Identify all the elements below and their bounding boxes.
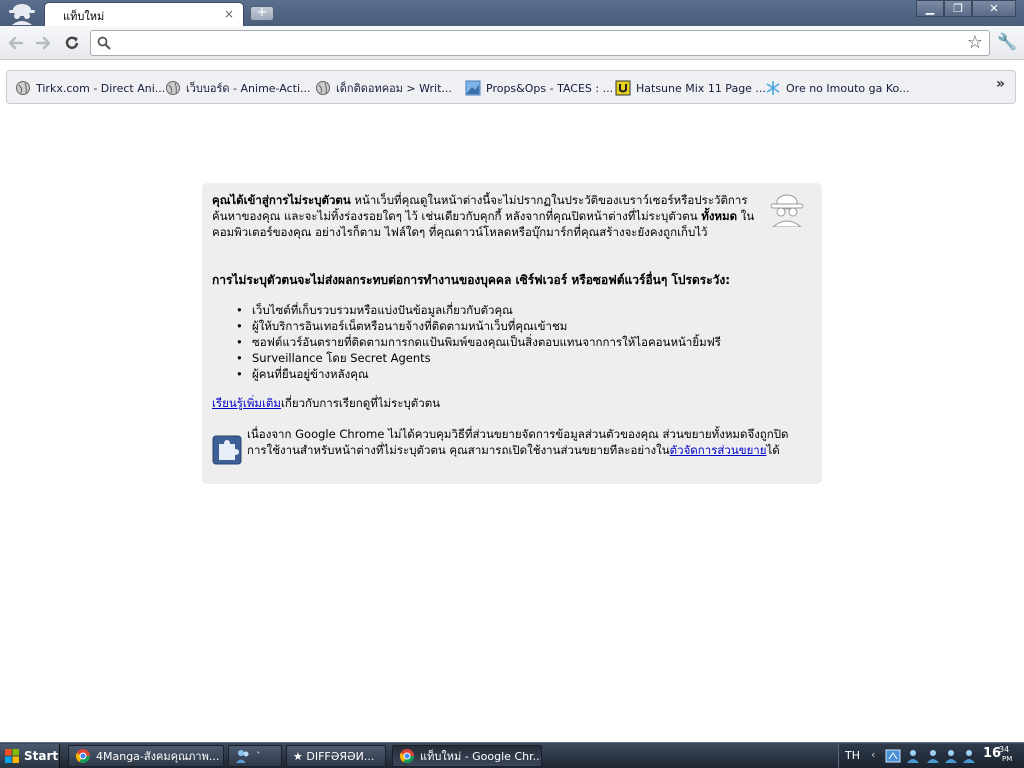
- snowflake-icon: [766, 81, 780, 95]
- new-tab-button[interactable]: +: [250, 6, 274, 21]
- clock-ampm: PM: [1002, 755, 1013, 763]
- taskbar-item[interactable]: ★ DIFFƏЯƏИ...: [286, 745, 386, 767]
- taskbar-item-label: 4Manga-สังคมคุณภาพ...: [96, 750, 220, 763]
- people-icon: [236, 750, 249, 763]
- bookmark-item[interactable]: เด็กติดอทคอม > Writ...: [315, 80, 452, 96]
- bookmark-item[interactable]: Ore no Imouto ga Ko...: [765, 80, 910, 96]
- maximize-button[interactable]: ❐: [944, 0, 972, 17]
- bookmarks-bar: Tirkx.com - Direct Ani... เว็บบอร์ด - An…: [6, 70, 1016, 104]
- taskbar-item-label: `: [256, 749, 262, 763]
- globe-icon: [316, 81, 330, 95]
- incognito-logo-icon: [9, 4, 35, 25]
- extensions-text-end: ได้: [766, 443, 780, 457]
- taskbar-item[interactable]: 4Manga-สังคมคุณภาพ...: [68, 745, 224, 767]
- incognito-bold-all: ทั้งหมด: [701, 209, 738, 223]
- bookmark-item[interactable]: Hatsune Mix 11 Page ...: [615, 80, 766, 96]
- globe-icon: [166, 81, 180, 95]
- taskbar: Start 4Manga-สังคมคุณภาพ... ` ★ DIFFƏЯƏИ…: [0, 742, 1024, 768]
- bookmark-star-icon[interactable]: ☆: [967, 33, 983, 53]
- bookmark-item[interactable]: เว็บบอร์ด - Anime-Acti...: [165, 80, 311, 96]
- tab-new-tab[interactable]: แท็บใหม่ ×: [44, 2, 244, 26]
- taskbar-item-label: แท็บใหม่ - Google Chr...: [420, 750, 542, 763]
- bookmark-label: เว็บบอร์ด - Anime-Acti...: [186, 82, 311, 95]
- incognito-heading: คุณได้เข้าสู่การไม่ระบุตัวตน: [212, 193, 351, 207]
- chrome-icon: [399, 749, 414, 763]
- back-arrow-icon[interactable]: [7, 34, 25, 52]
- learn-more-link[interactable]: เรียนรู้เพิ่มเติม: [212, 396, 281, 410]
- language-indicator[interactable]: TH: [845, 749, 860, 762]
- system-tray: TH ‹ 16 34 PM: [838, 744, 1024, 768]
- incognito-info-panel: คุณได้เข้าสู่การไม่ระบุตัวตน หน้าเว็บที่…: [202, 183, 822, 484]
- extension-manager-link[interactable]: ตัวจัดการส่วนขยาย: [670, 443, 767, 457]
- bookmark-item[interactable]: Tirkx.com - Direct Ani...: [15, 80, 165, 96]
- incognito-intro-text: คุณได้เข้าสู่การไม่ระบุตัวตน หน้าเว็บที่…: [212, 192, 762, 240]
- tray-people-icon[interactable]: [905, 748, 921, 764]
- minimize-button[interactable]: ▁: [916, 0, 944, 17]
- taskbar-item-label: ★ DIFFƏЯƏИ...: [293, 749, 375, 763]
- bookmarks-overflow-chevron[interactable]: »: [996, 76, 1005, 92]
- learn-more-line: เรียนรู้เพิ่มเติมเกี่ยวกับการเรียกดูที่ไ…: [212, 395, 440, 411]
- wrench-menu-icon[interactable]: 🔧: [997, 32, 1017, 52]
- bookmark-label: Hatsune Mix 11 Page ...: [636, 81, 766, 95]
- tab-title: แท็บใหม่: [63, 10, 105, 23]
- extensions-disabled-text: เนื่องจาก Google Chrome ไม่ได้ควบคุมวิธี…: [247, 426, 807, 458]
- address-input[interactable]: [117, 34, 957, 52]
- chrome-icon: [75, 749, 90, 763]
- bookmark-label: Ore no Imouto ga Ko...: [786, 81, 910, 95]
- clock-minute: 34: [999, 745, 1010, 754]
- forward-arrow-icon[interactable]: [34, 34, 52, 52]
- u-logo-icon: [615, 80, 631, 96]
- list-item: ซอฟต์แวร์อันตรายที่ติดตามการกดแป้นพิมพ์ข…: [236, 334, 796, 350]
- incognito-spy-icon: [770, 194, 804, 227]
- tray-network-icon[interactable]: [885, 748, 901, 764]
- tray-expand-arrow[interactable]: ‹: [871, 748, 875, 761]
- incognito-warning-heading: การไม่ระบุตัวตนจะไม่ส่งผลกระทบต่อการทำงา…: [212, 273, 731, 287]
- omnibox[interactable]: ☆: [90, 30, 990, 56]
- bookmark-label: Props&Ops - TACES : ...: [486, 81, 614, 95]
- start-label: Start: [24, 749, 59, 763]
- globe-icon: [16, 81, 30, 95]
- list-item: เว็บไซต์ที่เก็บรวบรวมหรือแบ่งปันข้อมูลเก…: [236, 302, 796, 318]
- bookmark-item[interactable]: Props&Ops - TACES : ...: [465, 80, 613, 96]
- start-button[interactable]: Start: [0, 744, 60, 768]
- browser-toolbar: ☆ 🔧: [0, 26, 1024, 60]
- bookmark-label: เด็กติดอทคอม > Writ...: [336, 82, 452, 95]
- list-item: ผู้ให้บริการอินเทอร์เน็ตหรือนายจ้างที่ติ…: [236, 318, 796, 334]
- close-window-button[interactable]: ✕: [972, 0, 1016, 17]
- window-controls: ▁ ❐ ✕: [916, 0, 1016, 18]
- list-item: ผู้คนที่ยืนอยู่ข้างหลังคุณ: [236, 366, 796, 382]
- bookmark-label: Tirkx.com - Direct Ani...: [36, 81, 166, 95]
- tray-people-icon[interactable]: [961, 748, 977, 764]
- image-icon: [465, 80, 481, 96]
- learn-more-rest: เกี่ยวกับการเรียกดูที่ไม่ระบุตัวตน: [280, 396, 441, 410]
- search-icon: [97, 36, 111, 50]
- incognito-warning-list: เว็บไซต์ที่เก็บรวบรวมหรือแบ่งปันข้อมูลเก…: [236, 302, 796, 382]
- taskbar-item-active[interactable]: แท็บใหม่ - Google Chr...: [392, 745, 542, 767]
- extension-puzzle-icon: [212, 435, 242, 465]
- tray-people-icon[interactable]: [943, 748, 959, 764]
- tray-people-icon[interactable]: [925, 748, 941, 764]
- title-bar: แท็บใหม่ × + ▁ ❐ ✕: [0, 0, 1024, 26]
- taskbar-item[interactable]: `: [228, 745, 282, 767]
- reload-icon[interactable]: [63, 34, 81, 52]
- windows-flag-icon: [5, 749, 19, 763]
- list-item: Surveillance โดย Secret Agents: [236, 350, 796, 366]
- tab-close-icon[interactable]: ×: [223, 8, 235, 20]
